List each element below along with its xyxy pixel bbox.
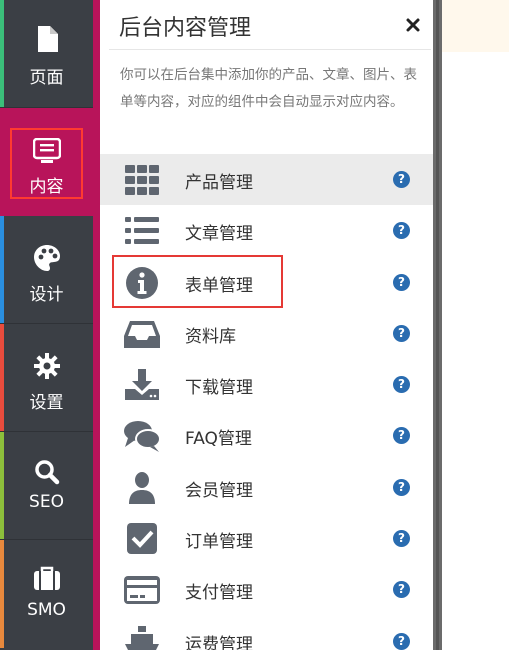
help-icon[interactable]: ? — [393, 171, 410, 188]
checkbox-icon — [122, 521, 162, 557]
sidebar-item-label: SEO — [29, 492, 64, 512]
panel-title: 后台内容管理 — [119, 16, 252, 41]
comments-icon — [122, 418, 162, 454]
grid-icon — [122, 162, 162, 198]
sidebar-item-label: SMO — [27, 600, 66, 620]
list-icon — [122, 213, 162, 249]
credit-card-icon — [122, 572, 162, 608]
sidebar-item-settings[interactable]: 设置 — [0, 324, 93, 432]
help-icon[interactable]: ? — [393, 530, 410, 548]
menu-item-articles[interactable]: 文章管理 ? — [100, 205, 433, 256]
page-icon — [0, 26, 93, 56]
menu-item-label: FAQ管理 — [185, 429, 252, 450]
content-menu: 产品管理 ? 文章管理 ? 表单管理 ? 资料库 ? 下载管理 ? FAQ管理 … — [100, 154, 433, 650]
panel-description: 你可以在后台集中添加你的产品、文章、图片、表单等内容，对应的组件中会自动显示对应… — [120, 67, 417, 110]
help-icon[interactable]: ? — [393, 478, 410, 496]
menu-item-label: 资料库 — [185, 326, 236, 347]
main-sidebar: 页面 内容 设计 设置 SEO SMO — [0, 0, 93, 650]
help-icon[interactable]: ? — [393, 273, 410, 291]
panel-scrollbar[interactable] — [433, 0, 442, 650]
active-highlight-box — [10, 128, 83, 199]
menu-item-label: 下载管理 — [185, 378, 253, 399]
notice-banner — [442, 0, 509, 52]
help-icon[interactable]: ? — [393, 632, 410, 650]
download-icon — [122, 367, 162, 403]
close-icon — [406, 18, 420, 32]
close-button[interactable] — [402, 14, 424, 36]
menu-item-payments[interactable]: 支付管理 ? — [100, 564, 433, 615]
menu-item-label: 支付管理 — [185, 583, 253, 604]
help-icon[interactable]: ? — [393, 581, 410, 599]
menu-item-products[interactable]: 产品管理 ? — [100, 154, 433, 206]
page-background — [442, 0, 509, 650]
sidebar-item-page[interactable]: 页面 — [0, 0, 93, 108]
sidebar-item-smo[interactable]: SMO — [0, 540, 93, 648]
menu-item-label: 运费管理 — [185, 634, 253, 650]
help-icon[interactable]: ? — [393, 324, 410, 342]
menu-item-shipping[interactable]: 运费管理 ? — [100, 616, 433, 650]
menu-item-label: 产品管理 — [185, 173, 253, 193]
menu-item-downloads[interactable]: 下载管理 ? — [100, 359, 433, 410]
sidebar-item-seo[interactable]: SEO — [0, 432, 93, 540]
menu-item-members[interactable]: 会员管理 ? — [100, 462, 433, 513]
forms-highlight-box — [112, 255, 283, 308]
menu-item-label: 文章管理 — [185, 224, 253, 245]
sidebar-item-label: 页面 — [29, 68, 64, 88]
divider — [109, 49, 431, 50]
sidebar-active-connector — [93, 0, 100, 650]
menu-item-label: 订单管理 — [185, 532, 253, 553]
menu-item-library[interactable]: 资料库 ? — [100, 308, 433, 359]
palette-icon — [0, 244, 93, 276]
gear-icon — [0, 353, 93, 383]
sidebar-item-design[interactable]: 设计 — [0, 216, 93, 324]
ship-icon — [122, 624, 162, 650]
sidebar-item-label: 设计 — [29, 285, 64, 305]
help-icon[interactable]: ? — [393, 222, 410, 240]
menu-item-orders[interactable]: 订单管理 ? — [100, 513, 433, 564]
help-icon[interactable]: ? — [393, 427, 410, 445]
menu-item-label: 会员管理 — [185, 480, 253, 501]
help-icon[interactable]: ? — [393, 376, 410, 394]
content-management-panel: 后台内容管理 你可以在后台集中添加你的产品、文章、图片、表单等内容，对应的组件中… — [100, 0, 433, 650]
user-icon — [122, 470, 162, 506]
inbox-icon — [122, 316, 162, 352]
menu-item-faq[interactable]: FAQ管理 ? — [100, 410, 433, 461]
search-icon — [0, 459, 93, 489]
briefcase-icon — [0, 566, 93, 596]
sidebar-item-label: 设置 — [29, 393, 64, 413]
